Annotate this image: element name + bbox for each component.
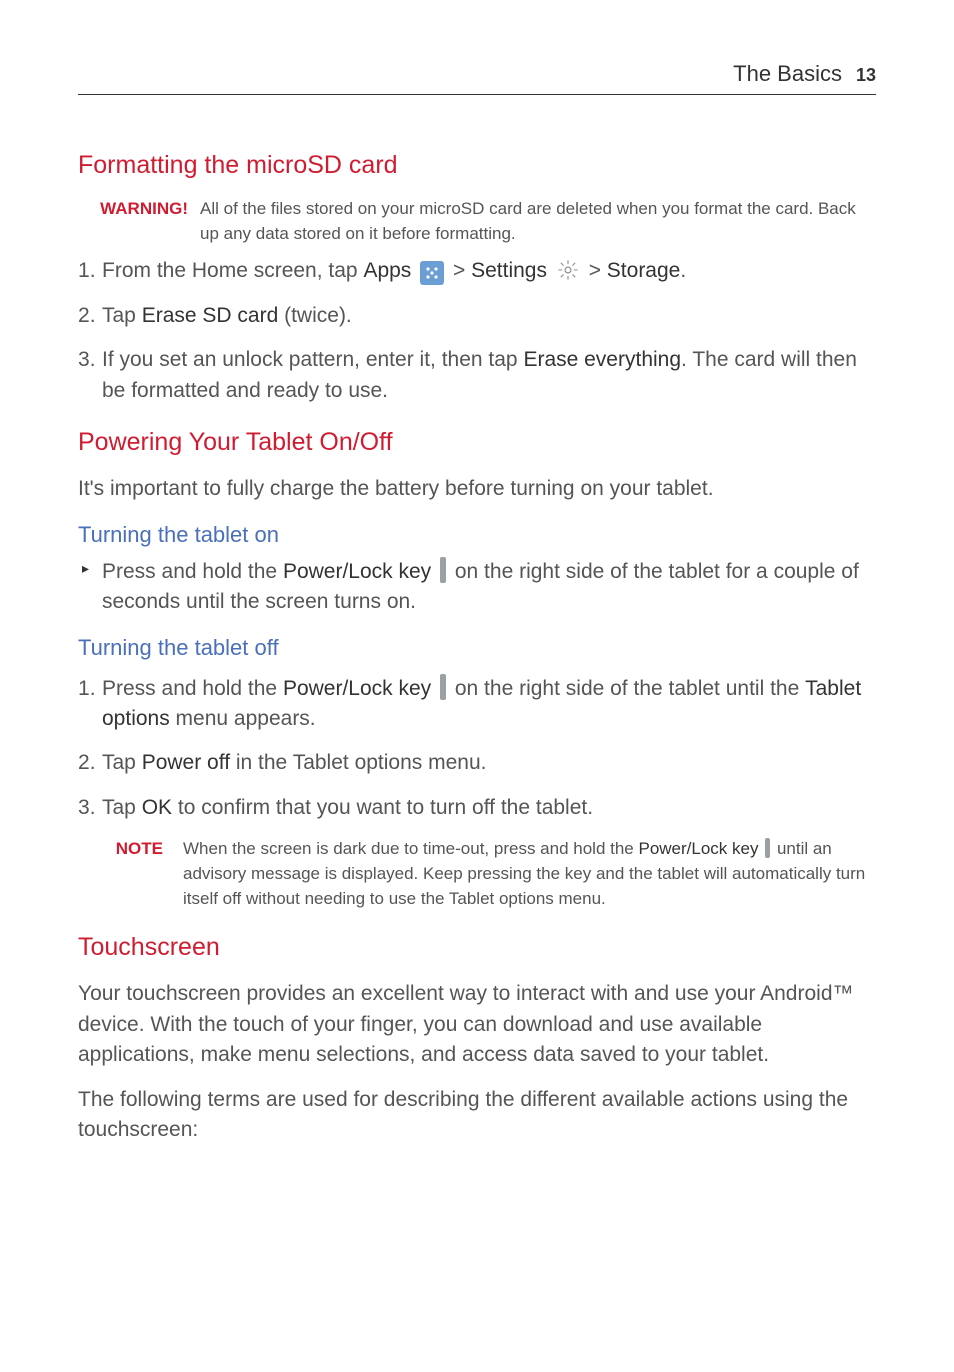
text: on the right side of the tablet until th… — [449, 677, 805, 700]
apps-icon — [420, 261, 444, 285]
off-step-2: Tap Power off in the Tablet options menu… — [78, 748, 876, 778]
power-lock-key-label: Power/Lock key — [638, 839, 758, 858]
formatting-steps: From the Home screen, tap Apps > Setting… — [78, 256, 876, 406]
format-step-3: If you set an unlock pattern, enter it, … — [78, 345, 876, 406]
power-key-icon — [765, 838, 770, 858]
warning-text: All of the files stored on your microSD … — [200, 197, 876, 246]
settings-label: Settings — [471, 259, 547, 282]
page-number: 13 — [856, 62, 876, 88]
text: > — [589, 259, 607, 282]
warning-callout: WARNING! All of the files stored on your… — [98, 197, 876, 246]
off-step-1: Press and hold the Power/Lock key on the… — [78, 674, 876, 735]
format-step-1: From the Home screen, tap Apps > Setting… — [78, 256, 876, 286]
text: (twice). — [278, 304, 352, 327]
power-key-icon — [440, 674, 446, 700]
heading-turn-off: Turning the tablet off — [78, 632, 876, 664]
section-title: The Basics — [733, 58, 842, 90]
power-lock-key-label: Power/Lock key — [283, 560, 431, 583]
text: to confirm that you want to turn off the… — [172, 796, 593, 819]
warning-label: WARNING! — [98, 197, 188, 246]
note-callout: NOTE When the screen is dark due to time… — [103, 837, 876, 911]
power-intro: It's important to fully charge the batte… — [78, 474, 876, 504]
text: If you set an unlock pattern, enter it, … — [102, 348, 523, 371]
heading-turn-on: Turning the tablet on — [78, 519, 876, 551]
page-header: The Basics 13 — [78, 58, 876, 95]
text: in the Tablet options menu. — [230, 751, 486, 774]
storage-label: Storage — [607, 259, 681, 282]
text: Tap — [102, 751, 142, 774]
text: menu appears. — [170, 707, 316, 730]
power-key-icon — [440, 557, 446, 583]
text: . — [680, 259, 686, 282]
turn-off-steps: Press and hold the Power/Lock key on the… — [78, 674, 876, 824]
power-off-label: Power off — [142, 751, 230, 774]
touchscreen-p1: Your touchscreen provides an excellent w… — [78, 979, 876, 1070]
text: Tap — [102, 304, 142, 327]
text: > — [453, 259, 471, 282]
text: Press and hold the — [102, 560, 283, 583]
heading-powering: Powering Your Tablet On/Off — [78, 424, 876, 460]
erase-sd-label: Erase SD card — [142, 304, 279, 327]
heading-formatting: Formatting the microSD card — [78, 147, 876, 183]
text: Tap — [102, 796, 142, 819]
off-step-3: Tap OK to confirm that you want to turn … — [78, 793, 876, 823]
settings-icon — [556, 258, 580, 282]
power-lock-key-label: Power/Lock key — [283, 677, 431, 700]
text: Press and hold the — [102, 677, 283, 700]
ok-label: OK — [142, 796, 172, 819]
note-label: NOTE — [103, 837, 163, 911]
touchscreen-p2: The following terms are used for describ… — [78, 1085, 876, 1146]
note-body: When the screen is dark due to time-out,… — [183, 837, 876, 911]
text: From the Home screen, tap — [102, 259, 363, 282]
text: When the screen is dark due to time-out,… — [183, 839, 638, 858]
apps-label: Apps — [363, 259, 411, 282]
turn-on-step: Press and hold the Power/Lock key on the… — [78, 557, 876, 618]
erase-everything-label: Erase everything — [523, 348, 681, 371]
heading-touchscreen: Touchscreen — [78, 929, 876, 965]
format-step-2: Tap Erase SD card (twice). — [78, 301, 876, 331]
